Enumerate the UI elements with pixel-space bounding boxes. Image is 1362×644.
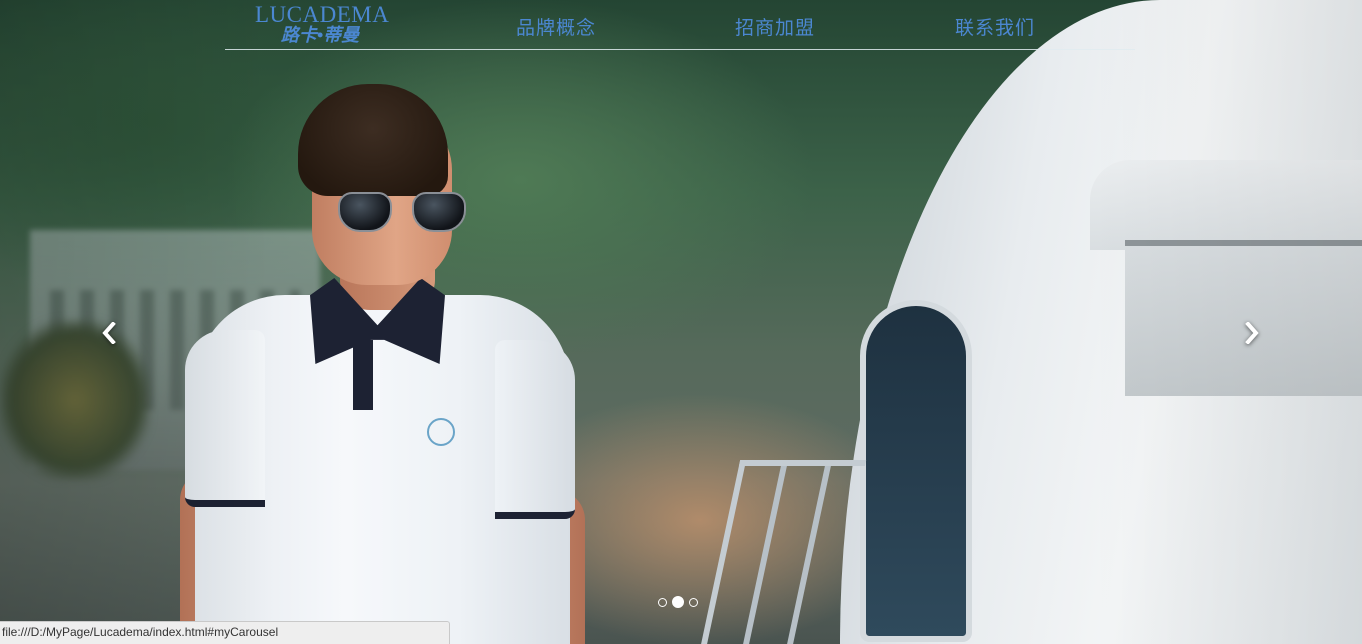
nav-link-contact[interactable]: 联系我们	[955, 13, 1035, 40]
nav-link-franchise[interactable]: 招商加盟	[735, 13, 815, 40]
chevron-left-icon	[102, 322, 116, 344]
carousel-indicator[interactable]	[658, 597, 667, 607]
brand-name-cn: 路卡•蒂曼	[280, 25, 360, 45]
nav-link-brand-concept[interactable]: 品牌概念	[516, 13, 596, 40]
carousel-indicators	[658, 596, 698, 608]
brand-logo[interactable]: LUCADEMA 路卡•蒂曼	[255, 2, 389, 48]
carousel-indicator-active[interactable]	[672, 596, 684, 608]
carousel-slide-image	[0, 0, 1362, 644]
carousel-indicator[interactable]	[689, 597, 698, 607]
chevron-right-icon	[1245, 322, 1259, 344]
hero-carousel: LUCADEMA 路卡•蒂曼 品牌概念 招商加盟 联系我们 file:///D:…	[0, 0, 1362, 644]
carousel-prev-button[interactable]	[94, 316, 124, 350]
browser-status-bar: file:///D:/MyPage/Lucadema/index.html#my…	[0, 621, 450, 644]
image-vignette	[0, 0, 1362, 644]
carousel-next-button[interactable]	[1237, 316, 1267, 350]
top-navbar: LUCADEMA 路卡•蒂曼 品牌概念 招商加盟 联系我们	[225, 0, 1135, 50]
